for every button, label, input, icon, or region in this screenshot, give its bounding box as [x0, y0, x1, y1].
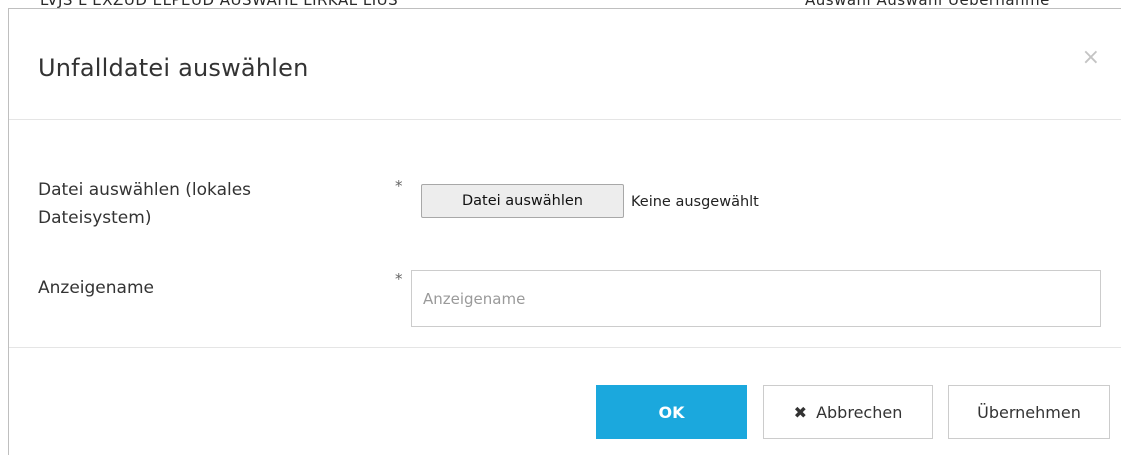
- times-icon: ✖: [793, 402, 808, 422]
- required-marker: *: [395, 270, 403, 288]
- choose-file-button[interactable]: Datei auswählen: [421, 184, 624, 218]
- dialog-title: Unfalldatei auswählen: [38, 54, 309, 82]
- cancel-button-label: Abbrechen: [816, 402, 903, 422]
- file-field-label: Datei auswählen (lokales Dateisystem): [38, 180, 252, 228]
- ok-button[interactable]: OK: [596, 385, 747, 439]
- file-status-text: Keine ausgewählt: [631, 194, 759, 210]
- select-file-dialog: Unfalldatei auswählen × Datei auswählen …: [8, 8, 1121, 455]
- apply-button[interactable]: Übernehmen: [948, 385, 1110, 439]
- required-marker: *: [395, 177, 403, 195]
- display-name-input[interactable]: [411, 270, 1101, 327]
- cancel-button[interactable]: ✖ Abbrechen: [763, 385, 933, 439]
- display-name-label: Anzeigename: [38, 278, 154, 298]
- close-icon[interactable]: ×: [1082, 47, 1100, 69]
- dialog-body: Datei auswählen (lokales Dateisystem) * …: [9, 120, 1121, 348]
- dialog-header: Unfalldatei auswählen ×: [9, 9, 1121, 120]
- apply-button-label: Übernehmen: [977, 402, 1081, 422]
- ok-button-label: OK: [658, 402, 685, 422]
